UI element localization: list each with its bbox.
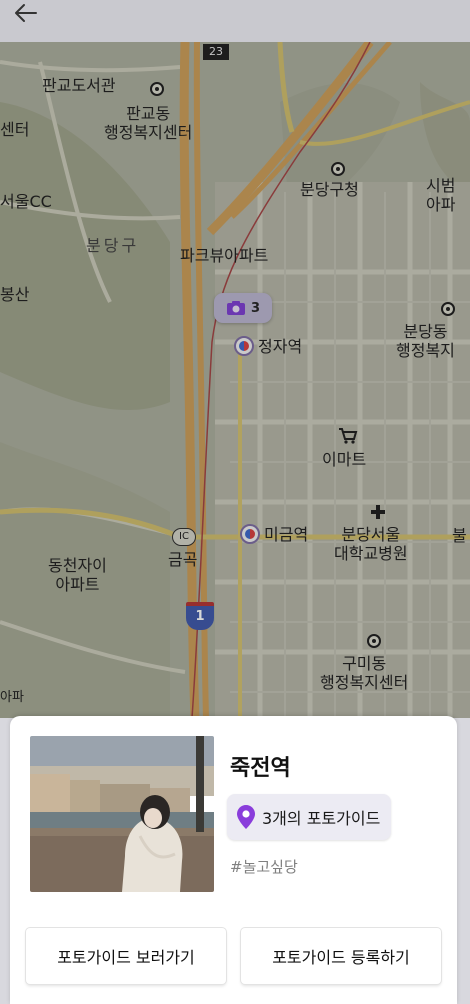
hospital-icon [371, 505, 385, 519]
map-label-bundang-gu-office: 분당구청 [300, 180, 359, 199]
highway-shield-icon: 1 [186, 602, 214, 630]
photo-guide-count-label: 3개의 포토가이드 [262, 809, 381, 828]
place-photo[interactable] [30, 736, 214, 892]
poi-marker-icon [367, 634, 381, 648]
map-label-geumgok: 금곡 [168, 550, 198, 569]
ic-badge: IC [172, 528, 196, 546]
place-name: 죽전역 [230, 756, 291, 781]
poi-marker-icon [331, 162, 345, 176]
map-label-left-edge-bottom: 아파 [0, 690, 24, 705]
map-label-emart: 이마트 [322, 450, 367, 469]
map-label-seoul-cc: 서울CC [0, 192, 52, 211]
map-label-center-left: 센터 [0, 120, 30, 139]
map-label-gumi-dong-center: 구미동 행정복지센터 [320, 654, 409, 692]
map-label-pangyo-center: 판교동 행정복지센터 [104, 104, 193, 142]
map-label-dongcheon-apt: 동천자이 아파트 [48, 556, 107, 594]
photo-count: 3 [250, 300, 261, 316]
poi-marker-icon [150, 82, 164, 96]
map-label-bundang-gu: 분당구 [86, 236, 140, 255]
map-background [0, 42, 470, 718]
map-view[interactable]: 23 판교도서관 판교동 행정복지센터 센터 서울CC 분당구 분당구청 시범 … [0, 42, 470, 718]
camera-icon [226, 301, 245, 315]
road-number-badge: 23 [203, 44, 229, 60]
map-label-migeum-station: 미금역 [264, 525, 309, 544]
location-pin-icon [237, 805, 255, 829]
map-label-san: 봉산 [0, 285, 30, 304]
map-label-sihyeon: 시범 아파 [426, 176, 456, 214]
arrow-left-icon [15, 4, 37, 22]
place-hashtag: #놀고싶당 [230, 858, 298, 876]
shopping-cart-icon [339, 428, 358, 444]
photo-guide-count-chip[interactable]: 3개의 포토가이드 [227, 794, 392, 840]
photo-cluster-marker[interactable]: 3 [214, 293, 272, 323]
map-label-park-view-apt: 파크뷰아파트 [180, 246, 269, 265]
poi-marker-icon [441, 302, 455, 316]
map-label-pangyo-library: 판교도서관 [42, 76, 116, 95]
place-photo-image [30, 736, 214, 892]
subway-station-icon [240, 524, 260, 544]
map-label-jeongja-station: 정자역 [258, 337, 303, 356]
view-photo-guide-button[interactable]: 포토가이드 보러가기 [26, 928, 226, 984]
register-photo-guide-button[interactable]: 포토가이드 등록하기 [241, 928, 441, 984]
place-bottom-sheet: 죽전역 3개의 포토가이드 #놀고싶당 포토가이드 보러가기 포토가이드 등록하… [10, 716, 457, 1004]
map-label-bundang-dong-center: 분당동 행정복지 [396, 322, 455, 360]
top-app-bar [0, 0, 470, 42]
map-label-right-edge: 불 [452, 526, 467, 545]
back-button[interactable] [14, 0, 54, 26]
map-label-bundang-hospital: 분당서울 대학교병원 [334, 525, 408, 563]
subway-station-icon [234, 336, 254, 356]
